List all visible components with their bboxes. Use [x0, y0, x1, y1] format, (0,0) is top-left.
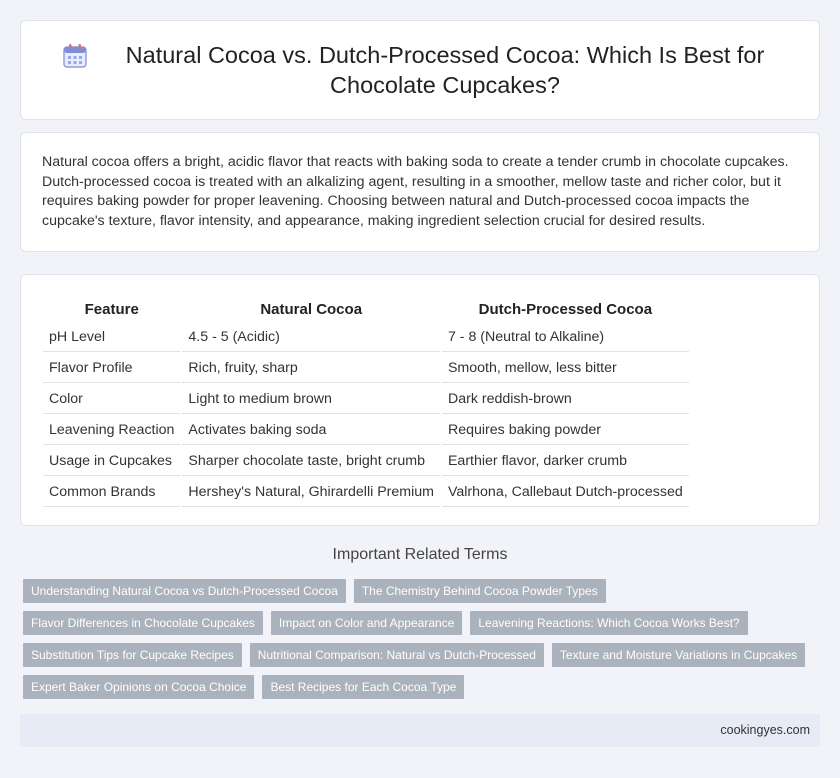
table-cell: Smooth, mellow, less bitter [441, 354, 689, 383]
table-row: Color Light to medium brown Dark reddish… [43, 385, 689, 414]
table-header-row: Feature Natural Cocoa Dutch-Processed Co… [43, 297, 689, 321]
tag-row: Understanding Natural Cocoa vs Dutch-Pro… [23, 579, 823, 603]
related-term-tag[interactable]: Texture and Moisture Variations in Cupca… [551, 643, 806, 667]
tag-row: Substitution Tips for Cupcake Recipes Nu… [23, 643, 823, 667]
table-cell: 7 - 8 (Neutral to Alkaline) [441, 323, 689, 352]
table-cell: pH Level [43, 323, 181, 352]
related-term-tag[interactable]: Flavor Differences in Chocolate Cupcakes [23, 611, 263, 635]
table-row: pH Level 4.5 - 5 (Acidic) 7 - 8 (Neutral… [43, 323, 689, 352]
related-term-tag[interactable]: Nutritional Comparison: Natural vs Dutch… [249, 643, 544, 667]
related-term-tag[interactable]: Understanding Natural Cocoa vs Dutch-Pro… [23, 579, 346, 603]
tag-row: Expert Baker Opinions on Cocoa Choice Be… [23, 675, 823, 699]
table-row: Usage in Cupcakes Sharper chocolate tast… [43, 447, 689, 476]
page-title: Natural Cocoa vs. Dutch-Processed Cocoa:… [125, 42, 765, 98]
table-cell: 4.5 - 5 (Acidic) [182, 323, 440, 352]
table-cell: Dark reddish-brown [441, 385, 689, 414]
tag-row: Flavor Differences in Chocolate Cupcakes… [23, 611, 823, 635]
related-term-tag[interactable]: Best Recipes for Each Cocoa Type [262, 675, 465, 699]
related-term-tag[interactable]: Substitution Tips for Cupcake Recipes [23, 643, 242, 667]
related-terms-heading: Important Related Terms [332, 546, 508, 563]
calendar-icon [63, 44, 87, 68]
table-cell: Earthier flavor, darker crumb [441, 447, 689, 476]
related-term-tag[interactable]: Leavening Reactions: Which Cocoa Works B… [470, 611, 748, 635]
header-feature: Feature [84, 301, 139, 318]
footer: cookingyes.com [20, 714, 820, 747]
comparison-table: Feature Natural Cocoa Dutch-Processed Co… [41, 295, 691, 509]
table-cell: Usage in Cupcakes [43, 447, 181, 476]
intro-paragraph: Natural cocoa offers a bright, acidic fl… [42, 154, 789, 229]
intro-card: Natural cocoa offers a bright, acidic fl… [20, 132, 820, 252]
table-cell: Rich, fruity, sharp [182, 354, 440, 383]
table-cell: Valrhona, Callebaut Dutch-processed [441, 478, 689, 507]
header-dutch-processed-cocoa: Dutch-Processed Cocoa [478, 301, 653, 318]
table-row: Flavor Profile Rich, fruity, sharp Smoot… [43, 354, 689, 383]
table-cell: Leavening Reaction [43, 416, 181, 445]
related-term-tag[interactable]: The Chemistry Behind Cocoa Powder Types [353, 579, 606, 603]
table-cell: Common Brands [43, 478, 181, 507]
related-term-tag[interactable]: Impact on Color and Appearance [270, 611, 463, 635]
header-natural-cocoa: Natural Cocoa [260, 301, 363, 318]
table-cell: Sharper chocolate taste, bright crumb [182, 447, 440, 476]
table-row: Common Brands Hershey's Natural, Ghirard… [43, 478, 689, 507]
table-cell: Activates baking soda [182, 416, 440, 445]
title-card: Natural Cocoa vs. Dutch-Processed Cocoa:… [20, 20, 820, 120]
table-cell: Hershey's Natural, Ghirardelli Premium [182, 478, 440, 507]
table-cell: Requires baking powder [441, 416, 689, 445]
footer-site-name[interactable]: cookingyes.com [720, 723, 810, 737]
comparison-card: Feature Natural Cocoa Dutch-Processed Co… [20, 274, 820, 526]
table-cell: Light to medium brown [182, 385, 440, 414]
table-cell: Flavor Profile [43, 354, 181, 383]
related-terms-list: Understanding Natural Cocoa vs Dutch-Pro… [23, 579, 823, 707]
table-row: Leavening Reaction Activates baking soda… [43, 416, 689, 445]
related-term-tag[interactable]: Expert Baker Opinions on Cocoa Choice [23, 675, 255, 699]
table-cell: Color [43, 385, 181, 414]
